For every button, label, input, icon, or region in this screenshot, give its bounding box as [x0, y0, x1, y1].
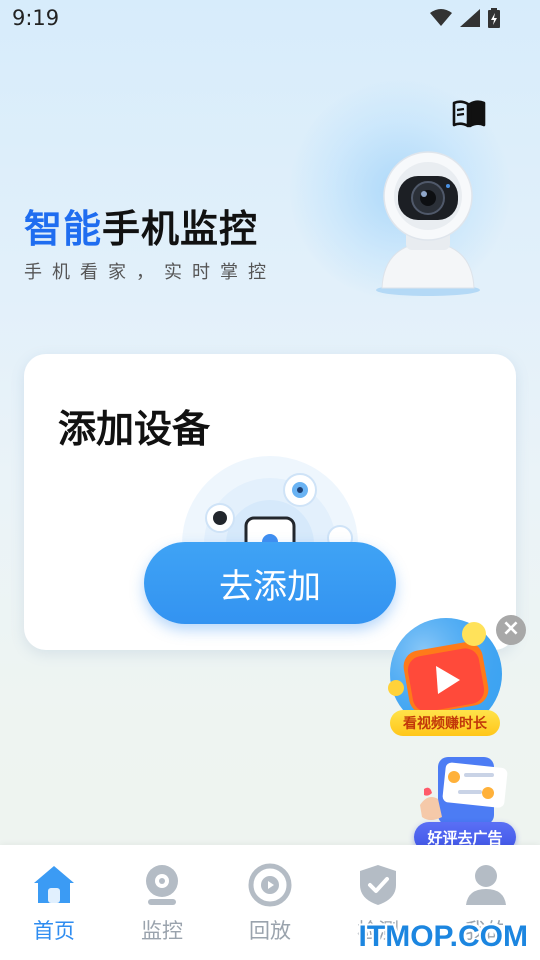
add-device-button[interactable]: 去添加 [144, 542, 396, 624]
wifi-icon [430, 9, 452, 26]
hero-subtitle: 手机看家，实时掌控 [24, 262, 276, 283]
tab-home-label: 首页 [33, 919, 75, 943]
tab-replay-label: 回放 [249, 919, 291, 943]
home-icon [34, 866, 74, 903]
close-ad-button[interactable]: × [496, 615, 526, 645]
tab-replay[interactable]: 回放 [216, 845, 324, 960]
hero-title-rest: 手机监控 [102, 207, 259, 251]
shield-icon [360, 865, 396, 905]
site-watermark: ITMOP.COM [358, 920, 528, 953]
tab-monitor[interactable]: 监控 [108, 845, 216, 960]
hero-title-accent: 智能 [24, 207, 103, 251]
battery-icon [488, 8, 500, 28]
user-icon [466, 865, 506, 905]
review-phone-illustration[interactable] [418, 755, 514, 827]
status-icons [430, 8, 500, 28]
book-icon[interactable] [452, 100, 486, 128]
camera-icon [146, 865, 178, 905]
status-time: 9:19 [12, 6, 60, 30]
security-camera-illustration [376, 151, 480, 296]
add-device-card[interactable]: 添加设备 去添加 [24, 354, 516, 650]
tab-monitor-label: 监控 [141, 919, 183, 943]
ad-label[interactable]: 看视频赚时长 [390, 710, 500, 736]
status-bar: 9:19 [0, 0, 540, 38]
signal-icon [460, 9, 480, 27]
tab-home[interactable]: 首页 [0, 845, 108, 960]
hero-title: 智能手机监控 [24, 198, 258, 253]
replay-icon [248, 863, 292, 907]
